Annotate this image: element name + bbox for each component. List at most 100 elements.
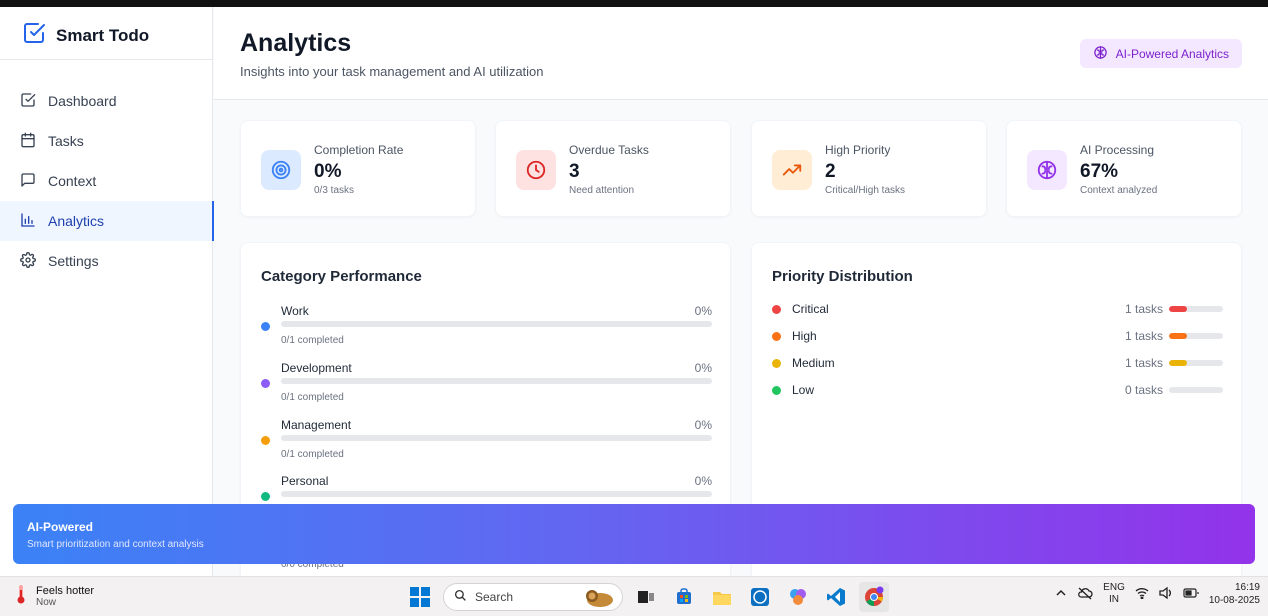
category-row-work[interactable]: Work 0% 0/1 completed <box>261 304 712 354</box>
priority-row-medium[interactable]: Medium 1 tasks <box>772 355 1223 375</box>
category-dot <box>261 379 270 388</box>
vscode-icon[interactable] <box>821 582 851 612</box>
ai-powered-analytics-badge[interactable]: AI-Powered Analytics <box>1079 39 1242 68</box>
category-percent: 0% <box>694 474 712 488</box>
cloud-icon[interactable] <box>1077 586 1093 603</box>
sidebar-item-label: Settings <box>48 253 99 269</box>
brand[interactable]: Smart Todo <box>22 21 149 50</box>
stat-card-completion-rate: Completion Rate 0% 0/3 tasks <box>240 120 476 217</box>
weather-widget[interactable]: Feels hotter Now <box>14 583 94 610</box>
category-name: Personal <box>281 474 329 488</box>
clock-icon <box>516 150 556 190</box>
sidebar-item-label: Dashboard <box>48 93 117 109</box>
window-top-strip <box>0 0 1268 7</box>
app-name: Smart Todo <box>56 25 150 45</box>
trending-up-icon <box>772 150 812 190</box>
category-row-development[interactable]: Development 0% 0/1 completed <box>261 361 712 411</box>
ai-powered-banner: AI-Powered Smart prioritization and cont… <box>13 504 1255 564</box>
bar-chart-icon <box>20 212 36 231</box>
sidebar-item-tasks[interactable]: Tasks <box>0 121 213 161</box>
search-icon <box>454 589 467 605</box>
page-title: Analytics <box>240 29 352 57</box>
lang-bottom: IN <box>1109 594 1119 605</box>
category-percent: 0% <box>694 361 712 375</box>
page-header: Analytics Insights into your task manage… <box>214 7 1268 100</box>
stat-value: 67% <box>1080 161 1119 182</box>
category-dot <box>261 492 270 501</box>
battery-icon[interactable] <box>1183 587 1199 601</box>
wifi-icon[interactable] <box>1135 587 1149 602</box>
chevron-up-icon[interactable] <box>1055 587 1067 602</box>
priority-dot <box>772 332 781 341</box>
stat-label: AI Processing <box>1080 143 1155 157</box>
priority-row-critical[interactable]: Critical 1 tasks <box>772 301 1223 321</box>
priority-row-low[interactable]: Low 0 tasks <box>772 382 1223 402</box>
banner-subtitle: Smart prioritization and context analysi… <box>27 539 204 550</box>
sidebar-item-dashboard[interactable]: Dashboard <box>0 81 213 121</box>
category-progress-bar <box>281 435 712 441</box>
task-view-icon[interactable] <box>631 582 661 612</box>
sidebar-item-label: Analytics <box>48 213 105 229</box>
sidebar-item-context[interactable]: Context <box>0 161 213 201</box>
stat-label: High Priority <box>825 143 891 157</box>
priority-row-high[interactable]: High 1 tasks <box>772 328 1223 348</box>
clock[interactable]: 16:19 10-08-2025 <box>1209 581 1260 607</box>
store-app-icon[interactable] <box>669 582 699 612</box>
priority-name: Medium <box>792 356 835 370</box>
dashboard-check-icon <box>20 92 36 111</box>
priority-bar <box>1169 387 1223 393</box>
lion-highlight-icon <box>584 587 616 612</box>
category-completed: 0/1 completed <box>281 449 344 460</box>
panel-title: Priority Distribution <box>772 268 913 285</box>
category-completed: 0/1 completed <box>281 392 344 403</box>
stat-label: Overdue Tasks <box>569 143 649 157</box>
stat-sub: Critical/High tasks <box>825 185 906 196</box>
system-tray: ENG IN 16:19 10-08-2025 <box>1055 581 1260 607</box>
category-progress-bar <box>281 378 712 384</box>
dell-app-icon[interactable] <box>745 582 775 612</box>
sidebar-item-analytics[interactable]: Analytics <box>0 201 214 241</box>
target-icon <box>261 150 301 190</box>
priority-name: Low <box>792 383 815 397</box>
category-name: Work <box>281 304 309 318</box>
priority-bar <box>1169 333 1223 339</box>
weather-sub: Now <box>36 597 57 608</box>
category-name: Development <box>281 361 352 375</box>
sidebar-item-settings[interactable]: Settings <box>0 241 213 281</box>
stat-value: 0% <box>314 161 342 182</box>
chrome-icon[interactable] <box>859 582 889 612</box>
stat-card-ai-processing: AI Processing 67% Context analyzed <box>1006 120 1242 217</box>
priority-name: Critical <box>792 302 829 316</box>
chat-bubble-icon <box>20 172 36 191</box>
category-dot <box>261 322 270 331</box>
priority-dot <box>772 305 781 314</box>
calendar-icon <box>20 132 36 151</box>
priority-count: 1 tasks <box>1124 356 1163 370</box>
taskbar-search[interactable]: Search <box>443 583 623 611</box>
priority-bar-fill <box>1169 306 1187 312</box>
stat-value: 2 <box>825 161 836 182</box>
priority-dot <box>772 386 781 395</box>
language-indicator[interactable]: ENG IN <box>1103 582 1125 606</box>
sidebar-nav: Dashboard Tasks Context Analytics Settin… <box>0 81 214 281</box>
badge-label: AI-Powered Analytics <box>1115 46 1229 61</box>
priority-count: 0 tasks <box>1124 383 1163 397</box>
windows-start-icon[interactable] <box>405 582 435 612</box>
gear-icon <box>20 251 36 271</box>
category-percent: 0% <box>694 418 712 432</box>
priority-bar-fill <box>1169 360 1187 366</box>
lang-top: ENG <box>1103 582 1125 593</box>
banner-title: AI-Powered <box>27 520 94 534</box>
check-square-logo-icon <box>22 21 46 50</box>
priority-count: 1 tasks <box>1124 329 1163 343</box>
thermometer-icon <box>14 583 28 610</box>
stat-sub: Context analyzed <box>1080 185 1158 196</box>
volume-icon[interactable] <box>1159 586 1173 602</box>
copilot-icon[interactable] <box>783 582 813 612</box>
category-row-management[interactable]: Management 0% 0/1 completed <box>261 418 712 468</box>
priority-bar <box>1169 360 1223 366</box>
category-completed: 0/1 completed <box>281 335 344 346</box>
stat-label: Completion Rate <box>314 143 404 157</box>
category-name: Management <box>281 418 352 432</box>
file-explorer-icon[interactable] <box>707 582 737 612</box>
